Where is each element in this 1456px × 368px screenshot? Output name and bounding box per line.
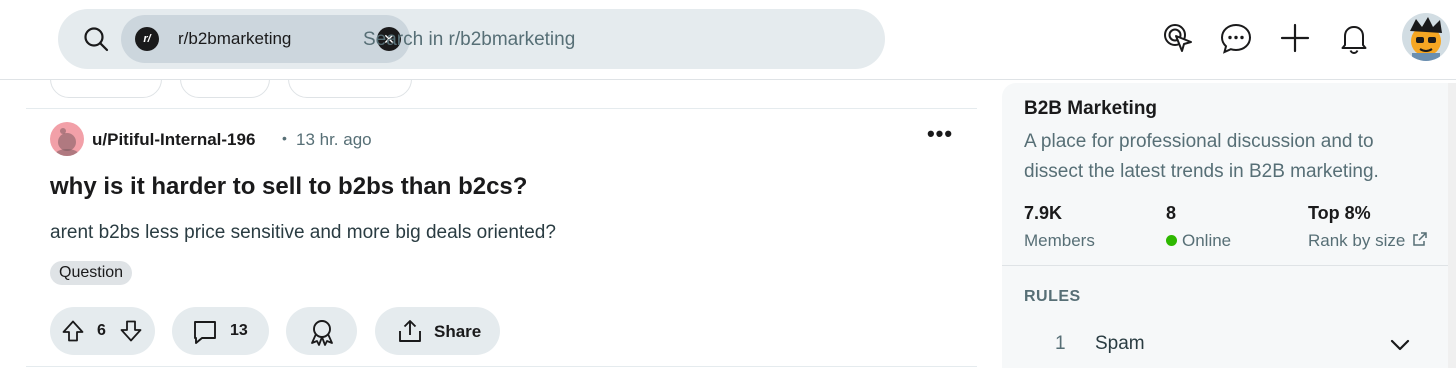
rule-number: 1 xyxy=(1055,333,1066,354)
community-title: B2B Marketing xyxy=(1024,98,1158,119)
top-header: r/ r/b2bmarketing ✕ Search in r/b2bmarke… xyxy=(0,0,1456,80)
chat-icon[interactable] xyxy=(1218,20,1254,56)
rules-heading: RULES xyxy=(1024,288,1081,305)
post-options-icon[interactable]: ••• xyxy=(920,123,960,152)
advertise-icon[interactable] xyxy=(1160,20,1196,56)
sidebar-scrollbar[interactable] xyxy=(1448,83,1456,368)
share-button[interactable]: Share xyxy=(375,307,500,355)
post-divider xyxy=(26,108,977,109)
rule-label: Spam xyxy=(1095,333,1145,354)
notifications-icon[interactable] xyxy=(1336,20,1372,56)
post-divider-bottom xyxy=(26,366,977,367)
comment-count: 13 xyxy=(230,322,248,339)
rank-value: Top 8% xyxy=(1308,203,1371,223)
meta-separator: • xyxy=(282,130,287,146)
external-link-icon xyxy=(1413,232,1427,246)
create-icon[interactable] xyxy=(1277,20,1313,56)
search-input[interactable]: Search in r/b2bmarketing xyxy=(363,29,575,51)
rank-label: Rank by size xyxy=(1308,231,1406,250)
members-count: 7.9K xyxy=(1024,203,1063,223)
post-title[interactable]: why is it harder to sell to b2bs than b2… xyxy=(50,173,527,201)
sidebar-divider xyxy=(1002,265,1452,266)
vote-count: 6 xyxy=(97,322,106,339)
comments-button[interactable]: 13 xyxy=(172,307,269,355)
avatar[interactable] xyxy=(1402,13,1450,61)
downvote-icon[interactable] xyxy=(119,319,143,343)
community-sidebar: B2B Marketing A place for professional d… xyxy=(1002,83,1452,368)
share-label: Share xyxy=(434,322,482,341)
post-time: 13 hr. ago xyxy=(296,130,372,149)
post-body: arent b2bs less price sensitive and more… xyxy=(50,222,556,243)
subreddit-icon: r/ xyxy=(135,27,159,51)
search-chip-label: r/b2bmarketing xyxy=(178,29,292,48)
online-label: Online xyxy=(1182,231,1232,250)
post-author[interactable]: u/Pitiful-Internal-196 xyxy=(92,130,255,150)
author-avatar[interactable] xyxy=(50,122,84,156)
upvote-icon[interactable] xyxy=(61,319,85,343)
online-label-row: Online xyxy=(1166,231,1231,251)
search-icon[interactable] xyxy=(82,25,110,53)
members-label: Members xyxy=(1024,231,1095,250)
post-flair[interactable]: Question xyxy=(50,261,133,285)
search-bar[interactable]: r/ r/b2bmarketing ✕ Search in r/b2bmarke… xyxy=(58,9,885,69)
award-icon xyxy=(311,320,333,346)
comment-icon xyxy=(194,321,216,344)
online-count: 8 xyxy=(1166,203,1177,223)
chevron-down-icon[interactable] xyxy=(1388,335,1412,355)
community-description: A place for professional discussion and … xyxy=(1024,131,1379,182)
online-status-icon xyxy=(1166,235,1177,246)
rank-link[interactable]: Rank by size xyxy=(1308,231,1428,251)
vote-bar: 6 xyxy=(50,307,155,355)
share-icon xyxy=(399,320,421,342)
award-button[interactable] xyxy=(286,307,357,355)
